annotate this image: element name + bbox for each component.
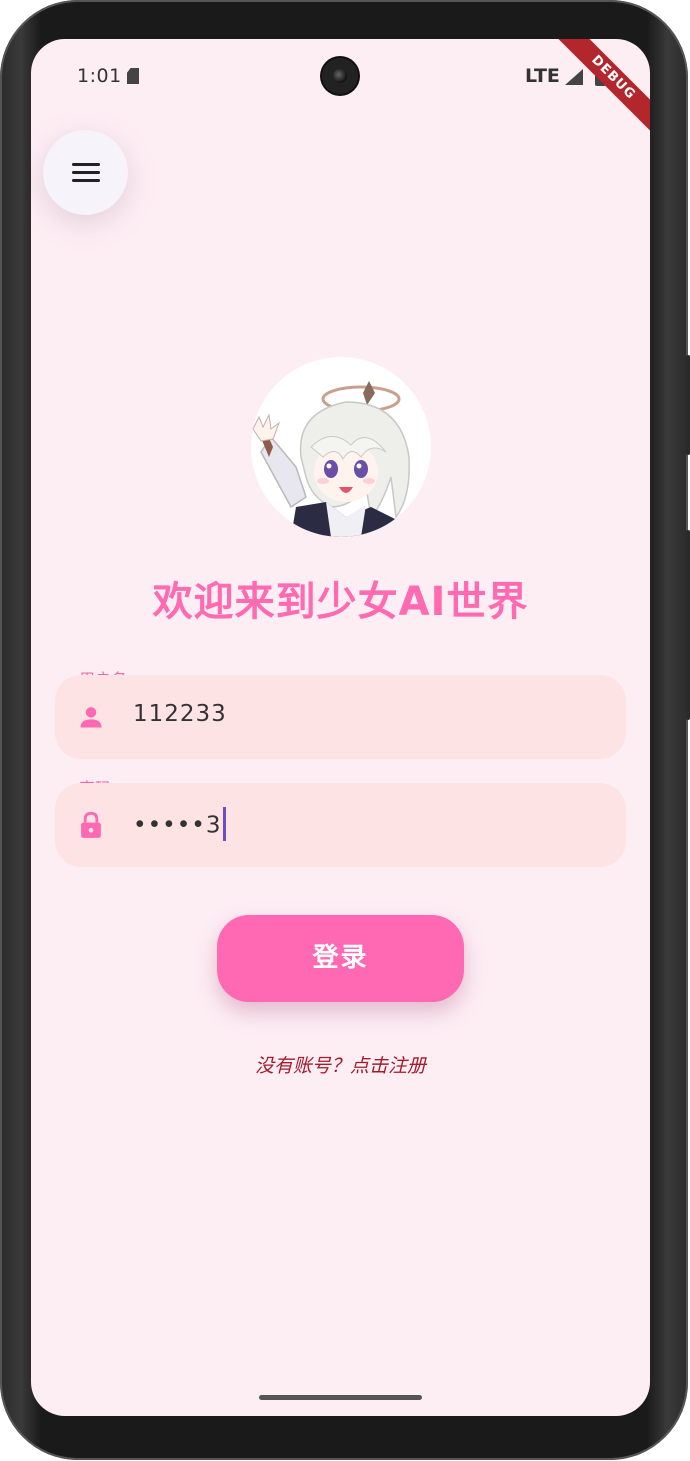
- menu-icon: [71, 162, 100, 183]
- signal-icon: [565, 69, 583, 85]
- phone-frame: 1:01 LTE DEBUG 欢迎来到少女AI世界 112233 •••••3 …: [0, 0, 690, 1460]
- login-button[interactable]: 登录: [217, 915, 464, 1002]
- password-value: •••••3: [133, 812, 222, 839]
- username-field[interactable]: 112233: [55, 675, 626, 759]
- username-value: 112233: [133, 701, 227, 727]
- register-link[interactable]: 没有账号？点击注册: [31, 1051, 650, 1078]
- sd-card-icon: [127, 68, 139, 84]
- text-caret: [223, 807, 227, 841]
- power-button: [686, 355, 690, 455]
- anime-girl-avatar-illustration: [252, 381, 411, 537]
- debug-banner: DEBUG: [552, 39, 650, 139]
- app-screen: 1:01 LTE DEBUG 欢迎来到少女AI世界 112233 •••••3 …: [31, 39, 650, 1416]
- status-time: 1:01: [77, 65, 122, 87]
- welcome-title: 欢迎来到少女AI世界: [152, 579, 529, 625]
- password-value-wrapper: •••••3: [133, 807, 227, 843]
- status-bar: 1:01 LTE DEBUG: [31, 39, 650, 139]
- network-type: LTE: [525, 65, 560, 87]
- person-icon: [80, 707, 102, 728]
- home-indicator[interactable]: [259, 1395, 422, 1400]
- lock-icon: [81, 811, 101, 838]
- front-camera: [322, 58, 358, 94]
- avatar: [251, 357, 431, 537]
- menu-button[interactable]: [43, 130, 128, 215]
- volume-button: [686, 530, 690, 720]
- password-field[interactable]: •••••3: [55, 783, 626, 867]
